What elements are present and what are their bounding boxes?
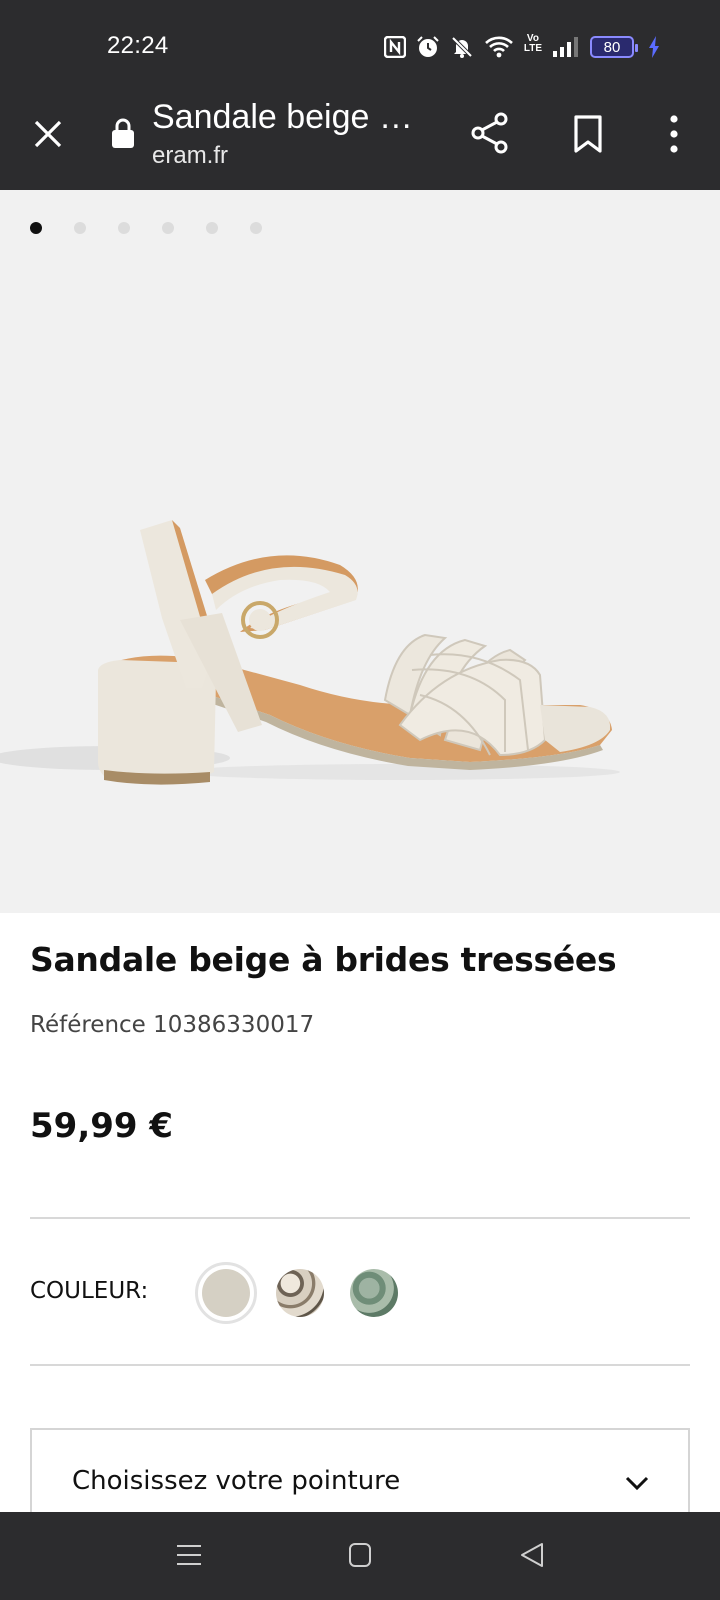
back-icon[interactable] [520, 1542, 544, 1568]
more-options-icon[interactable] [664, 112, 684, 156]
gallery-dot[interactable] [118, 222, 130, 234]
charging-icon [648, 34, 660, 60]
wifi-icon [484, 34, 514, 60]
mute-icon [450, 34, 474, 60]
color-swatch-python[interactable] [276, 1269, 324, 1317]
home-icon[interactable] [348, 1542, 372, 1568]
product-title: Sandale beige à brides tressées [30, 940, 617, 979]
gallery-dot[interactable] [74, 222, 86, 234]
color-swatch-green[interactable] [350, 1269, 398, 1317]
signal-icon [552, 34, 580, 60]
product-reference: Référence 10386330017 [30, 1012, 315, 1038]
gallery-dot[interactable] [162, 222, 174, 234]
battery-icon: 80 [590, 36, 638, 58]
share-icon[interactable] [470, 112, 510, 154]
volte-icon: Vo LTE [524, 34, 542, 60]
close-icon[interactable] [30, 116, 66, 152]
product-price: 59,99 € [30, 1106, 174, 1146]
status-icons: Vo LTE 80 [383, 32, 660, 62]
color-label: COULEUR: [30, 1278, 149, 1304]
divider [30, 1364, 690, 1366]
page-title[interactable]: Sandale beige … [152, 98, 413, 137]
size-select-placeholder: Choisissez votre pointure [72, 1466, 401, 1496]
bookmark-icon[interactable] [572, 114, 604, 154]
product-image [0, 520, 620, 785]
alarm-icon [416, 34, 440, 60]
gallery-dot[interactable] [206, 222, 218, 234]
product-image-gallery[interactable] [0, 190, 720, 913]
custom-tab-toolbar: Sandale beige … eram.fr [0, 84, 720, 190]
status-time: 22:24 [107, 32, 169, 59]
gallery-dot[interactable] [30, 222, 42, 234]
status-bar: 22:24 Vo LTE 80 [0, 0, 720, 84]
gallery-pagination [30, 222, 262, 234]
lock-icon[interactable] [111, 117, 135, 149]
divider [30, 1217, 690, 1219]
gallery-dot[interactable] [250, 222, 262, 234]
nfc-icon [383, 34, 406, 60]
recents-icon[interactable] [176, 1542, 202, 1568]
volte-bottom: LTE [523, 43, 542, 54]
page-url[interactable]: eram.fr [152, 142, 228, 170]
chevron-down-icon [624, 1474, 650, 1492]
system-navigation-bar [0, 1512, 720, 1600]
color-swatch-beige[interactable] [202, 1269, 250, 1317]
